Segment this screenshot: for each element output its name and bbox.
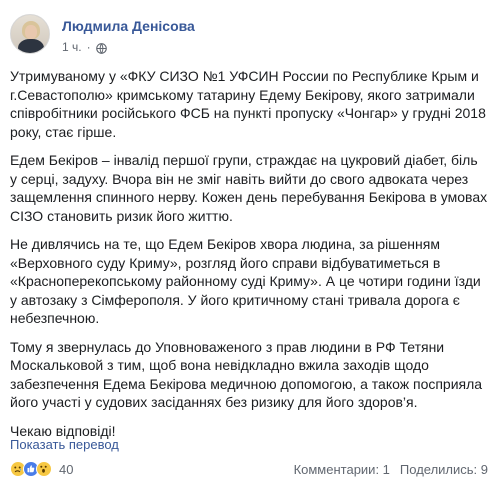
post-header: Людмила Денісова 1 ч. · bbox=[10, 14, 195, 58]
post-paragraph: Едем Бекіров – інвалід першої групи, стр… bbox=[10, 152, 488, 224]
globe-icon bbox=[95, 42, 107, 54]
wow-icon bbox=[36, 461, 52, 477]
post-body: Утримуваному у «ФКУ СИЗО №1 УФСИН России… bbox=[10, 67, 488, 450]
post-paragraph: Тому я звернулась до Уповноваженого з пр… bbox=[10, 338, 483, 411]
post-stats: Комментарии: 1 Поделились: 9 bbox=[294, 462, 488, 477]
author-name-link[interactable]: Людмила Денісова bbox=[62, 17, 195, 35]
show-translation-link[interactable]: Показать перевод bbox=[10, 437, 119, 452]
reactions-count[interactable]: 40 bbox=[59, 462, 73, 477]
post-paragraph: Не дивлячись на те, що Едем Бекіров хвор… bbox=[10, 236, 481, 326]
post-subline: 1 ч. · bbox=[62, 39, 195, 55]
reactions-summary[interactable]: 40 bbox=[10, 461, 73, 477]
post-timestamp[interactable]: 1 ч. bbox=[62, 39, 82, 55]
shares-count-link[interactable]: Поделились: 9 bbox=[400, 462, 488, 477]
comments-count-link[interactable]: Комментарии: 1 bbox=[294, 462, 390, 477]
meta-separator: · bbox=[86, 40, 91, 54]
post-footer: 40 Комментарии: 1 Поделились: 9 bbox=[10, 458, 488, 480]
author-avatar[interactable] bbox=[10, 14, 50, 54]
post-meta: Людмила Денісова 1 ч. · bbox=[62, 14, 195, 58]
post-paragraph: Утримуваному у «ФКУ СИЗО №1 УФСИН России… bbox=[10, 68, 486, 140]
facebook-post: Людмила Денісова 1 ч. · Утримуваному у «… bbox=[0, 0, 497, 501]
